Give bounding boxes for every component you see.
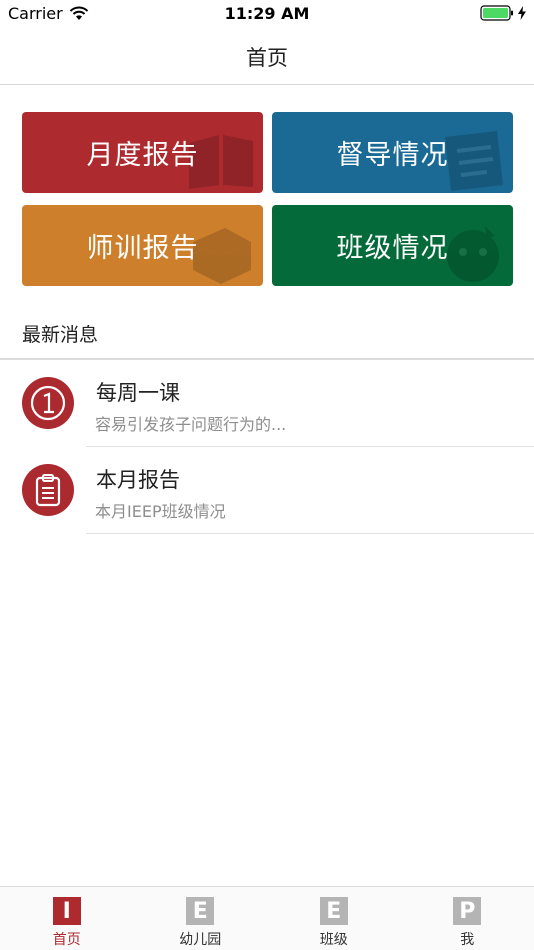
news-item-title: 每周一课 [96, 381, 180, 405]
news-item-subtitle: 容易引发孩子问题行为的... [95, 415, 287, 434]
tab-class-label: 班级 [319, 932, 348, 948]
tab-home[interactable]: I 首页 [0, 887, 134, 950]
tab-kindergarten-label: 幼儿园 [179, 932, 222, 948]
tile-teacher-training-label: 师训报告 [86, 233, 199, 264]
number-one-icon [22, 377, 74, 429]
tile-class-status-label: 班级情况 [336, 233, 449, 264]
page-title: 首页 [246, 46, 288, 70]
tile-class-status[interactable]: 班级情况 [272, 205, 513, 286]
tab-me-label: 我 [460, 932, 475, 948]
news-list: 每周一课 容易引发孩子问题行为的... 本月报告 本月IEEP班级情况 [0, 360, 534, 534]
class-tab-icon: E [319, 897, 348, 925]
charging-bolt-icon [518, 6, 526, 20]
profile-tab-icon: P [453, 897, 482, 925]
news-section-title: 最新消息 [22, 324, 99, 346]
tab-kindergarten[interactable]: E 幼儿园 [134, 887, 268, 950]
news-item-subtitle: 本月IEEP班级情况 [95, 502, 226, 521]
list-item[interactable]: 每周一课 容易引发孩子问题行为的... [0, 360, 534, 447]
tile-monthly-report-label: 月度报告 [86, 140, 199, 171]
battery-icon [480, 5, 513, 21]
list-divider [86, 533, 534, 534]
navigation-bar: 首页 [0, 28, 534, 85]
clipboard-icon [22, 464, 74, 516]
tile-supervision-label: 督导情况 [336, 140, 449, 171]
tab-home-label: 首页 [52, 932, 81, 948]
tile-monthly-report[interactable]: 月度报告 [22, 112, 263, 193]
battery-group [480, 5, 526, 21]
home-tab-icon: I [52, 897, 81, 925]
list-item[interactable]: 本月报告 本月IEEP班级情况 [0, 447, 534, 534]
tile-teacher-training[interactable]: 师训报告 [22, 205, 263, 286]
news-item-title: 本月报告 [96, 468, 180, 492]
tab-bar: I 首页 E 幼儿园 E 班级 P 我 [0, 886, 534, 950]
report-tiles: 月度报告 督导情况 师训报告 班级情况 [22, 112, 514, 288]
screen: Carrier 11:29 AM 首页 月度报告 督导情况 师训报告 班级情况 … [0, 0, 534, 950]
status-time: 11:29 AM [224, 4, 310, 23]
tab-me[interactable]: P 我 [401, 887, 534, 950]
status-bar: Carrier 11:29 AM [0, 0, 534, 28]
tile-supervision[interactable]: 督导情况 [272, 112, 513, 193]
tab-class[interactable]: E 班级 [267, 887, 401, 950]
kindergarten-tab-icon: E [186, 897, 215, 925]
news-section-header: 最新消息 [0, 308, 534, 360]
